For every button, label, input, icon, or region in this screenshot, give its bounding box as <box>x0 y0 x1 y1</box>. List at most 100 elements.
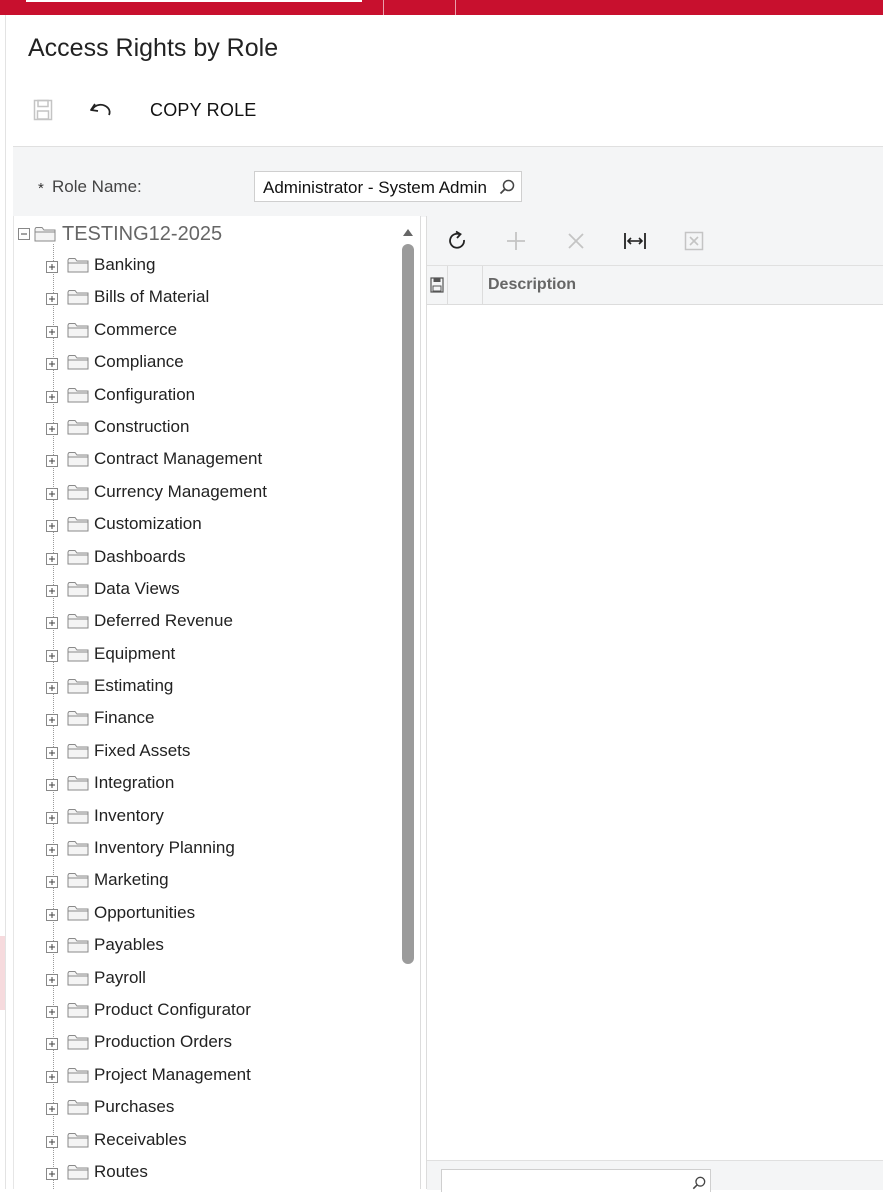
tree-item[interactable]: Commerce <box>14 315 404 347</box>
tree-item[interactable]: Banking <box>14 250 404 282</box>
tree-item[interactable]: Construction <box>14 412 404 444</box>
tree-item[interactable]: Project Management <box>14 1060 404 1092</box>
expand-plus-icon[interactable] <box>46 552 58 570</box>
copy-role-button[interactable]: COPY ROLE <box>150 98 257 122</box>
tree-item[interactable]: Compliance <box>14 347 404 379</box>
tree-item[interactable]: Receivables <box>14 1125 404 1157</box>
expand-plus-icon[interactable] <box>46 973 58 991</box>
tree-item[interactable]: Marketing <box>14 865 404 897</box>
expand-plus-icon[interactable] <box>46 681 58 699</box>
tree-item-label: Estimating <box>94 676 174 696</box>
expand-plus-icon[interactable] <box>46 616 58 634</box>
expand-plus-icon[interactable] <box>46 292 58 310</box>
expand-plus-icon[interactable] <box>46 325 58 343</box>
expand-plus-icon[interactable] <box>46 584 58 602</box>
tree-item-label: Data Views <box>94 578 180 598</box>
tree-item-label: Payables <box>94 935 164 955</box>
tree-item[interactable]: Equipment <box>14 639 404 671</box>
expand-plus-icon[interactable] <box>46 713 58 731</box>
global-search-box[interactable] <box>26 0 362 2</box>
folder-icon <box>67 549 89 570</box>
expand-plus-icon[interactable] <box>46 454 58 472</box>
expand-plus-icon[interactable] <box>46 1102 58 1120</box>
folder-icon <box>67 322 89 343</box>
folder-icon <box>67 970 89 991</box>
collapse-minus-icon[interactable] <box>18 228 30 240</box>
required-mark: * <box>38 180 44 197</box>
tree-item[interactable]: Data Views <box>14 574 404 606</box>
expand-plus-icon[interactable] <box>46 908 58 926</box>
tree-item[interactable]: Production Orders <box>14 1027 404 1059</box>
grid-footer <box>427 1160 883 1192</box>
tree-item[interactable]: Currency Management <box>14 477 404 509</box>
search-icon[interactable] <box>692 1176 706 1195</box>
undo-button[interactable] <box>86 96 116 124</box>
expand-plus-icon[interactable] <box>46 422 58 440</box>
expand-plus-icon[interactable] <box>46 260 58 278</box>
folder-icon <box>67 1002 89 1023</box>
tree-item[interactable]: Inventory Planning <box>14 833 404 865</box>
folder-icon <box>67 1099 89 1120</box>
refresh-button[interactable] <box>445 228 471 254</box>
tree-scrollbar-thumb[interactable] <box>402 244 414 964</box>
description-column-header[interactable]: Description <box>488 276 576 294</box>
expand-plus-icon[interactable] <box>46 1070 58 1088</box>
grid-selector-column <box>448 266 483 304</box>
grid-save-column[interactable] <box>427 266 448 304</box>
tree-item[interactable]: Integration <box>14 768 404 800</box>
search-icon[interactable] <box>499 179 515 200</box>
expand-plus-icon[interactable] <box>46 519 58 537</box>
page-title: Access Rights by Role <box>28 34 279 62</box>
expand-plus-icon[interactable] <box>46 1037 58 1055</box>
folder-icon <box>67 678 89 699</box>
expand-plus-icon[interactable] <box>46 1167 58 1185</box>
tree-item[interactable]: Estimating <box>14 671 404 703</box>
tree-item[interactable]: Routes <box>14 1157 404 1189</box>
tree-item-label: Inventory <box>94 805 164 825</box>
expand-plus-icon[interactable] <box>46 649 58 667</box>
tree-item-label: Inventory Planning <box>94 838 235 858</box>
role-name-selector[interactable]: Administrator - System Admin <box>254 171 522 202</box>
tree-item[interactable]: Product Configurator <box>14 995 404 1027</box>
expand-plus-icon[interactable] <box>46 1135 58 1153</box>
tree-item[interactable]: Opportunities <box>14 898 404 930</box>
role-name-value: Administrator - System Admin <box>263 178 487 197</box>
tree-item[interactable]: Contract Management <box>14 444 404 476</box>
save-button[interactable] <box>28 96 58 124</box>
tree-item[interactable]: Bills of Material <box>14 282 404 314</box>
tree-item-label: Currency Management <box>94 481 267 501</box>
export-excel-button[interactable] <box>681 228 707 254</box>
fit-columns-button[interactable] <box>622 228 648 254</box>
tree-item[interactable]: Dashboards <box>14 542 404 574</box>
tree-item-label: Finance <box>94 708 155 728</box>
expand-plus-icon[interactable] <box>46 811 58 829</box>
tree-item-label: Receivables <box>94 1129 187 1149</box>
expand-plus-icon[interactable] <box>46 487 58 505</box>
add-row-button[interactable] <box>503 228 529 254</box>
expand-plus-icon[interactable] <box>46 357 58 375</box>
expand-plus-icon[interactable] <box>46 940 58 958</box>
expand-plus-icon[interactable] <box>46 778 58 796</box>
scroll-up-arrow[interactable] <box>402 224 414 242</box>
tree-item[interactable]: Payroll <box>14 963 404 995</box>
tree-item[interactable]: Customization <box>14 509 404 541</box>
folder-icon <box>67 257 89 278</box>
save-icon <box>33 99 53 121</box>
tree-item[interactable]: Finance <box>14 703 404 735</box>
expand-plus-icon[interactable] <box>46 875 58 893</box>
tree-item-label: Purchases <box>94 1097 175 1117</box>
delete-row-button[interactable] <box>563 228 589 254</box>
grid-header-row: Description <box>427 266 883 305</box>
expand-plus-icon[interactable] <box>46 1005 58 1023</box>
tree-root-node[interactable]: TESTING12-2025 <box>18 223 222 245</box>
tree-item[interactable]: Purchases <box>14 1092 404 1124</box>
tree-item[interactable]: Fixed Assets <box>14 736 404 768</box>
tree-item[interactable]: Inventory <box>14 801 404 833</box>
tree-item[interactable]: Deferred Revenue <box>14 606 404 638</box>
expand-plus-icon[interactable] <box>46 843 58 861</box>
expand-plus-icon[interactable] <box>46 746 58 764</box>
nav-separator <box>455 0 456 15</box>
tree-item[interactable]: Configuration <box>14 380 404 412</box>
expand-plus-icon[interactable] <box>46 390 58 408</box>
tree-item[interactable]: Payables <box>14 930 404 962</box>
